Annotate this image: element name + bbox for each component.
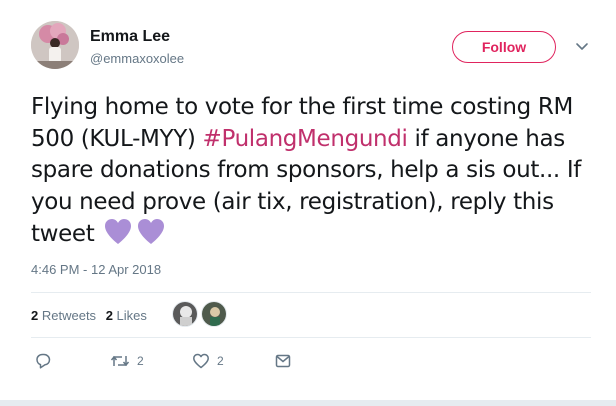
tweet-actions: 2 2 xyxy=(31,352,331,374)
like-button[interactable]: 2 xyxy=(192,352,224,370)
author-name[interactable]: Emma Lee xyxy=(90,28,170,46)
likes-count: 2 xyxy=(105,308,113,323)
avatar[interactable] xyxy=(31,21,79,69)
retweets-stat[interactable]: 2 Retweets xyxy=(31,308,96,323)
reply-button[interactable] xyxy=(34,352,52,370)
chevron-down-icon[interactable] xyxy=(574,40,590,54)
retweet-count: 2 xyxy=(137,354,144,368)
retweet-button[interactable]: 2 xyxy=(110,352,144,370)
likes-stat[interactable]: 2 Likes xyxy=(106,308,147,323)
author-handle[interactable]: @emmaxoxolee xyxy=(90,51,184,66)
liker-avatar[interactable] xyxy=(172,301,198,327)
retweet-icon xyxy=(110,355,130,367)
envelope-icon xyxy=(275,354,291,368)
divider xyxy=(31,337,591,338)
liker-avatar[interactable] xyxy=(201,301,227,327)
follow-button[interactable]: Follow xyxy=(452,31,556,63)
likes-label: Likes xyxy=(116,308,147,323)
retweets-label: Retweets xyxy=(41,308,97,323)
tweet-timestamp[interactable]: 4:46 PM - 12 Apr 2018 xyxy=(31,262,161,277)
heart-icon xyxy=(193,353,209,369)
tweet-text: Flying home to vote for the first time c… xyxy=(31,92,591,251)
reply-icon xyxy=(36,353,51,369)
tweet-stats: 2 Retweets 2 Likes xyxy=(31,308,153,323)
avatar-photo xyxy=(31,21,79,69)
direct-message-button[interactable] xyxy=(274,352,292,370)
divider xyxy=(31,292,591,293)
like-count: 2 xyxy=(217,354,224,368)
purple-heart-emoji xyxy=(105,219,165,244)
hashtag-link[interactable]: #PulangMengundi xyxy=(203,126,408,152)
retweets-count: 2 xyxy=(31,308,39,323)
bottom-border xyxy=(0,400,616,406)
